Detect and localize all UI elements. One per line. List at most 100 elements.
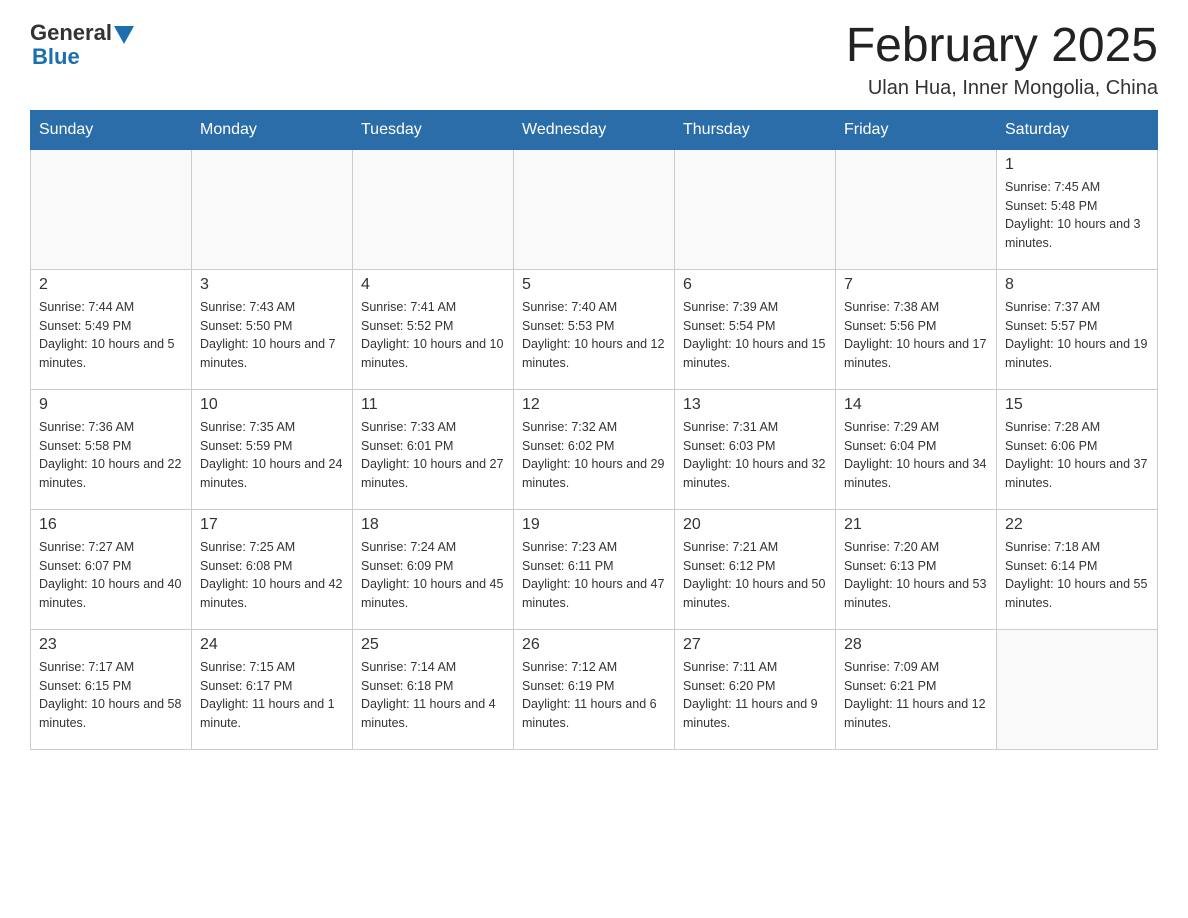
day-number: 24 — [200, 636, 344, 654]
day-number: 8 — [1005, 276, 1149, 294]
day-number: 14 — [844, 396, 988, 414]
day-info: Sunrise: 7:32 AMSunset: 6:02 PMDaylight:… — [522, 418, 666, 493]
day-info: Sunrise: 7:31 AMSunset: 6:03 PMDaylight:… — [683, 418, 827, 493]
title-section: February 2025 Ulan Hua, Inner Mongolia, … — [846, 20, 1158, 100]
calendar-cell: 2 Sunrise: 7:44 AMSunset: 5:49 PMDaylight… — [31, 269, 192, 389]
day-number: 5 — [522, 276, 666, 294]
day-number: 25 — [361, 636, 505, 654]
day-info: Sunrise: 7:28 AMSunset: 6:06 PMDaylight:… — [1005, 418, 1149, 493]
day-number: 1 — [1005, 156, 1149, 174]
day-number: 6 — [683, 276, 827, 294]
day-info: Sunrise: 7:14 AMSunset: 6:18 PMDaylight:… — [361, 658, 505, 733]
calendar-cell: 25 Sunrise: 7:14 AMSunset: 6:18 PMDayligh… — [353, 629, 514, 749]
day-number: 12 — [522, 396, 666, 414]
calendar-cell: 4 Sunrise: 7:41 AMSunset: 5:52 PMDaylight… — [353, 269, 514, 389]
calendar-cell — [514, 149, 675, 269]
day-info: Sunrise: 7:33 AMSunset: 6:01 PMDaylight:… — [361, 418, 505, 493]
day-info: Sunrise: 7:39 AMSunset: 5:54 PMDaylight:… — [683, 298, 827, 373]
calendar-cell: 10 Sunrise: 7:35 AMSunset: 5:59 PMDayligh… — [192, 389, 353, 509]
day-info: Sunrise: 7:41 AMSunset: 5:52 PMDaylight:… — [361, 298, 505, 373]
calendar-cell: 28 Sunrise: 7:09 AMSunset: 6:21 PMDayligh… — [836, 629, 997, 749]
day-info: Sunrise: 7:27 AMSunset: 6:07 PMDaylight:… — [39, 538, 183, 613]
calendar-cell: 8Sunrise: 7:37 AMSunset: 5:57 PMDaylight… — [997, 269, 1158, 389]
calendar-cell — [192, 149, 353, 269]
calendar-cell: 13 Sunrise: 7:31 AMSunset: 6:03 PMDayligh… — [675, 389, 836, 509]
day-info: Sunrise: 7:11 AMSunset: 6:20 PMDaylight:… — [683, 658, 827, 733]
day-number: 21 — [844, 516, 988, 534]
logo: General Blue — [30, 20, 134, 70]
day-number: 18 — [361, 516, 505, 534]
day-number: 27 — [683, 636, 827, 654]
calendar-cell: 22 Sunrise: 7:18 AMSunset: 6:14 PMDayligh… — [997, 509, 1158, 629]
day-number: 20 — [683, 516, 827, 534]
day-info: Sunrise: 7:36 AMSunset: 5:58 PMDaylight:… — [39, 418, 183, 493]
calendar-table: SundayMondayTuesdayWednesdayThursdayFrid… — [30, 110, 1158, 750]
day-number: 16 — [39, 516, 183, 534]
column-header-monday: Monday — [192, 110, 353, 149]
calendar-cell: 18 Sunrise: 7:24 AMSunset: 6:09 PMDayligh… — [353, 509, 514, 629]
day-info: Sunrise: 7:43 AMSunset: 5:50 PMDaylight:… — [200, 298, 344, 373]
day-number: 17 — [200, 516, 344, 534]
calendar-week-row: 1 Sunrise: 7:45 AMSunset: 5:48 PMDaylight… — [31, 149, 1158, 269]
calendar-cell — [675, 149, 836, 269]
day-info: Sunrise: 7:17 AMSunset: 6:15 PMDaylight:… — [39, 658, 183, 733]
day-number: 11 — [361, 396, 505, 414]
column-header-tuesday: Tuesday — [353, 110, 514, 149]
column-header-sunday: Sunday — [31, 110, 192, 149]
calendar-week-row: 9 Sunrise: 7:36 AMSunset: 5:58 PMDaylight… — [31, 389, 1158, 509]
day-number: 9 — [39, 396, 183, 414]
calendar-cell: 1 Sunrise: 7:45 AMSunset: 5:48 PMDaylight… — [997, 149, 1158, 269]
day-number: 4 — [361, 276, 505, 294]
calendar-subtitle: Ulan Hua, Inner Mongolia, China — [846, 77, 1158, 100]
day-number: 28 — [844, 636, 988, 654]
day-number: 2 — [39, 276, 183, 294]
day-number: 13 — [683, 396, 827, 414]
day-info: Sunrise: 7:15 AMSunset: 6:17 PMDaylight:… — [200, 658, 344, 733]
day-info: Sunrise: 7:35 AMSunset: 5:59 PMDaylight:… — [200, 418, 344, 493]
calendar-week-row: 16 Sunrise: 7:27 AMSunset: 6:07 PMDayligh… — [31, 509, 1158, 629]
column-header-friday: Friday — [836, 110, 997, 149]
day-info: Sunrise: 7:45 AMSunset: 5:48 PMDaylight:… — [1005, 178, 1149, 253]
day-info: Sunrise: 7:24 AMSunset: 6:09 PMDaylight:… — [361, 538, 505, 613]
day-info: Sunrise: 7:09 AMSunset: 6:21 PMDaylight:… — [844, 658, 988, 733]
day-info: Sunrise: 7:12 AMSunset: 6:19 PMDaylight:… — [522, 658, 666, 733]
day-number: 26 — [522, 636, 666, 654]
day-info: Sunrise: 7:23 AMSunset: 6:11 PMDaylight:… — [522, 538, 666, 613]
calendar-cell — [31, 149, 192, 269]
day-info: Sunrise: 7:21 AMSunset: 6:12 PMDaylight:… — [683, 538, 827, 613]
day-number: 23 — [39, 636, 183, 654]
day-info: Sunrise: 7:20 AMSunset: 6:13 PMDaylight:… — [844, 538, 988, 613]
day-number: 19 — [522, 516, 666, 534]
day-info: Sunrise: 7:25 AMSunset: 6:08 PMDaylight:… — [200, 538, 344, 613]
day-info: Sunrise: 7:38 AMSunset: 5:56 PMDaylight:… — [844, 298, 988, 373]
calendar-cell: 27 Sunrise: 7:11 AMSunset: 6:20 PMDayligh… — [675, 629, 836, 749]
calendar-cell: 21 Sunrise: 7:20 AMSunset: 6:13 PMDayligh… — [836, 509, 997, 629]
day-info: Sunrise: 7:18 AMSunset: 6:14 PMDaylight:… — [1005, 538, 1149, 613]
calendar-week-row: 2 Sunrise: 7:44 AMSunset: 5:49 PMDaylight… — [31, 269, 1158, 389]
column-header-saturday: Saturday — [997, 110, 1158, 149]
day-info: Sunrise: 7:44 AMSunset: 5:49 PMDaylight:… — [39, 298, 183, 373]
calendar-cell: 11 Sunrise: 7:33 AMSunset: 6:01 PMDayligh… — [353, 389, 514, 509]
day-info: Sunrise: 7:40 AMSunset: 5:53 PMDaylight:… — [522, 298, 666, 373]
logo-top: General — [30, 20, 134, 46]
calendar-cell — [353, 149, 514, 269]
calendar-cell: 3 Sunrise: 7:43 AMSunset: 5:50 PMDaylight… — [192, 269, 353, 389]
day-number: 15 — [1005, 396, 1149, 414]
calendar-week-row: 23 Sunrise: 7:17 AMSunset: 6:15 PMDayligh… — [31, 629, 1158, 749]
calendar-cell — [836, 149, 997, 269]
calendar-cell: 23 Sunrise: 7:17 AMSunset: 6:15 PMDayligh… — [31, 629, 192, 749]
calendar-cell: 6 Sunrise: 7:39 AMSunset: 5:54 PMDaylight… — [675, 269, 836, 389]
calendar-header-row: SundayMondayTuesdayWednesdayThursdayFrid… — [31, 110, 1158, 149]
logo-blue-text: Blue — [30, 44, 80, 70]
column-header-thursday: Thursday — [675, 110, 836, 149]
calendar-cell: 19 Sunrise: 7:23 AMSunset: 6:11 PMDayligh… — [514, 509, 675, 629]
calendar-cell: 5 Sunrise: 7:40 AMSunset: 5:53 PMDaylight… — [514, 269, 675, 389]
day-number: 3 — [200, 276, 344, 294]
calendar-cell: 20 Sunrise: 7:21 AMSunset: 6:12 PMDayligh… — [675, 509, 836, 629]
day-number: 10 — [200, 396, 344, 414]
calendar-cell: 16 Sunrise: 7:27 AMSunset: 6:07 PMDayligh… — [31, 509, 192, 629]
calendar-cell: 24 Sunrise: 7:15 AMSunset: 6:17 PMDayligh… — [192, 629, 353, 749]
day-number: 22 — [1005, 516, 1149, 534]
calendar-cell: 17 Sunrise: 7:25 AMSunset: 6:08 PMDayligh… — [192, 509, 353, 629]
calendar-cell: 14Sunrise: 7:29 AMSunset: 6:04 PMDayligh… — [836, 389, 997, 509]
